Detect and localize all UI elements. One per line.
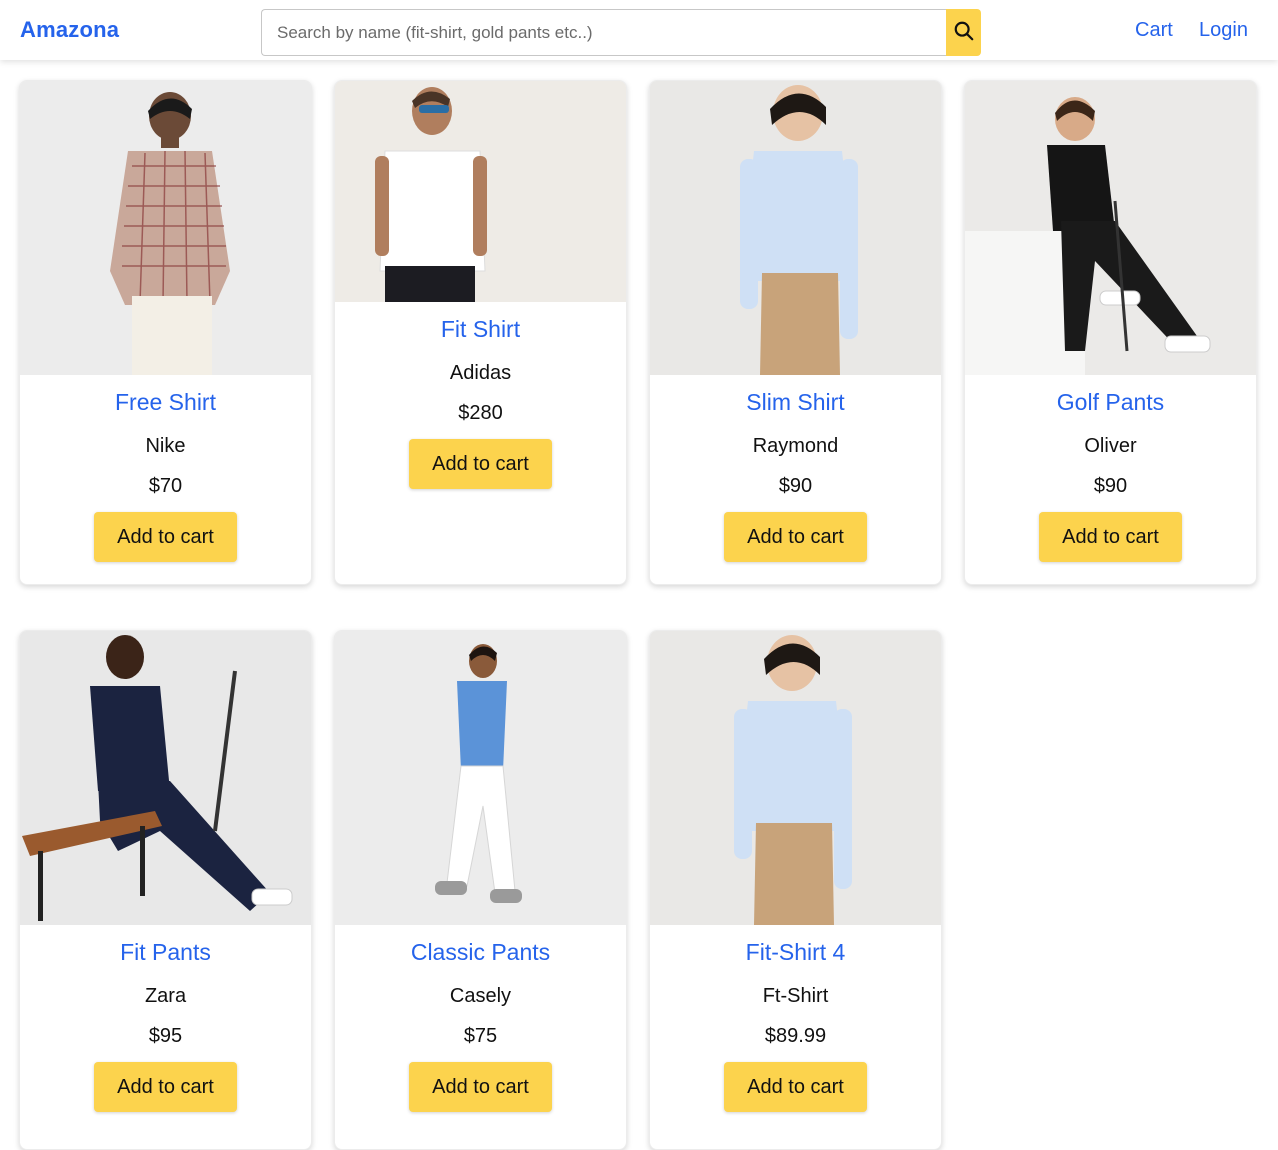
product-name-link[interactable]: Classic Pants bbox=[335, 939, 626, 966]
product-image-link[interactable] bbox=[335, 631, 626, 925]
product-image bbox=[20, 81, 311, 375]
product-price: $280 bbox=[458, 402, 503, 424]
product-card: Free Shirt Nike $70 Add to cart bbox=[19, 80, 312, 585]
search-icon bbox=[953, 20, 975, 45]
product-grid: Free Shirt Nike $70 Add to cart Fit Shir… bbox=[0, 0, 1278, 1150]
product-image-link[interactable] bbox=[965, 81, 1256, 375]
product-name-link[interactable]: Golf Pants bbox=[965, 389, 1256, 416]
add-to-cart-button[interactable]: Add to cart bbox=[1039, 512, 1182, 562]
product-image bbox=[335, 631, 626, 925]
product-image-link[interactable] bbox=[20, 631, 311, 925]
product-card: Classic Pants Casely $75 Add to cart bbox=[334, 630, 627, 1150]
product-brand: Adidas bbox=[449, 362, 512, 384]
search-input[interactable] bbox=[261, 9, 946, 56]
product-card: Fit-Shirt 4 Ft-Shirt $89.99 Add to cart bbox=[649, 630, 942, 1150]
product-brand: Raymond bbox=[752, 435, 839, 457]
add-to-cart-button[interactable]: Add to cart bbox=[409, 1062, 552, 1112]
top-navbar: Amazona Cart Login bbox=[0, 0, 1278, 60]
product-card: Slim Shirt Raymond $90 Add to cart bbox=[649, 80, 942, 585]
product-brand: Nike bbox=[145, 435, 186, 457]
search-form bbox=[261, 9, 981, 56]
product-image bbox=[335, 81, 626, 302]
product-name-link[interactable]: Slim Shirt bbox=[650, 389, 941, 416]
add-to-cart-button[interactable]: Add to cart bbox=[94, 1062, 237, 1112]
product-price: $95 bbox=[148, 1025, 183, 1047]
product-name-link[interactable]: Fit Shirt bbox=[335, 316, 626, 343]
product-price: $70 bbox=[148, 475, 183, 497]
product-name-link[interactable]: Fit Pants bbox=[20, 939, 311, 966]
add-to-cart-button[interactable]: Add to cart bbox=[409, 439, 552, 489]
product-price: $90 bbox=[778, 475, 813, 497]
product-image-link[interactable] bbox=[335, 81, 626, 302]
product-brand: Ft-Shirt bbox=[762, 985, 829, 1007]
add-to-cart-button[interactable]: Add to cart bbox=[94, 512, 237, 562]
product-name-link[interactable]: Free Shirt bbox=[20, 389, 311, 416]
product-card: Fit Shirt Adidas $280 Add to cart bbox=[334, 80, 627, 585]
product-brand: Zara bbox=[144, 985, 187, 1007]
add-to-cart-button[interactable]: Add to cart bbox=[724, 1062, 867, 1112]
product-image bbox=[650, 81, 941, 375]
product-image-link[interactable] bbox=[20, 81, 311, 375]
product-image-link[interactable] bbox=[650, 81, 941, 375]
product-price: $89.99 bbox=[764, 1025, 827, 1047]
product-image bbox=[650, 631, 941, 925]
product-image bbox=[20, 631, 311, 925]
login-link[interactable]: Login bbox=[1199, 19, 1248, 42]
product-price: $75 bbox=[463, 1025, 498, 1047]
product-name-link[interactable]: Fit-Shirt 4 bbox=[650, 939, 941, 966]
product-brand: Oliver bbox=[1084, 435, 1137, 457]
product-card: Fit Pants Zara $95 Add to cart bbox=[19, 630, 312, 1150]
product-card: Golf Pants Oliver $90 Add to cart bbox=[964, 80, 1257, 585]
product-image-link[interactable] bbox=[650, 631, 941, 925]
cart-link[interactable]: Cart bbox=[1135, 19, 1173, 42]
product-price: $90 bbox=[1093, 475, 1128, 497]
brand-logo-link[interactable]: Amazona bbox=[20, 17, 119, 43]
search-button[interactable] bbox=[946, 9, 981, 56]
product-image bbox=[965, 81, 1256, 375]
add-to-cart-button[interactable]: Add to cart bbox=[724, 512, 867, 562]
product-brand: Casely bbox=[449, 985, 512, 1007]
